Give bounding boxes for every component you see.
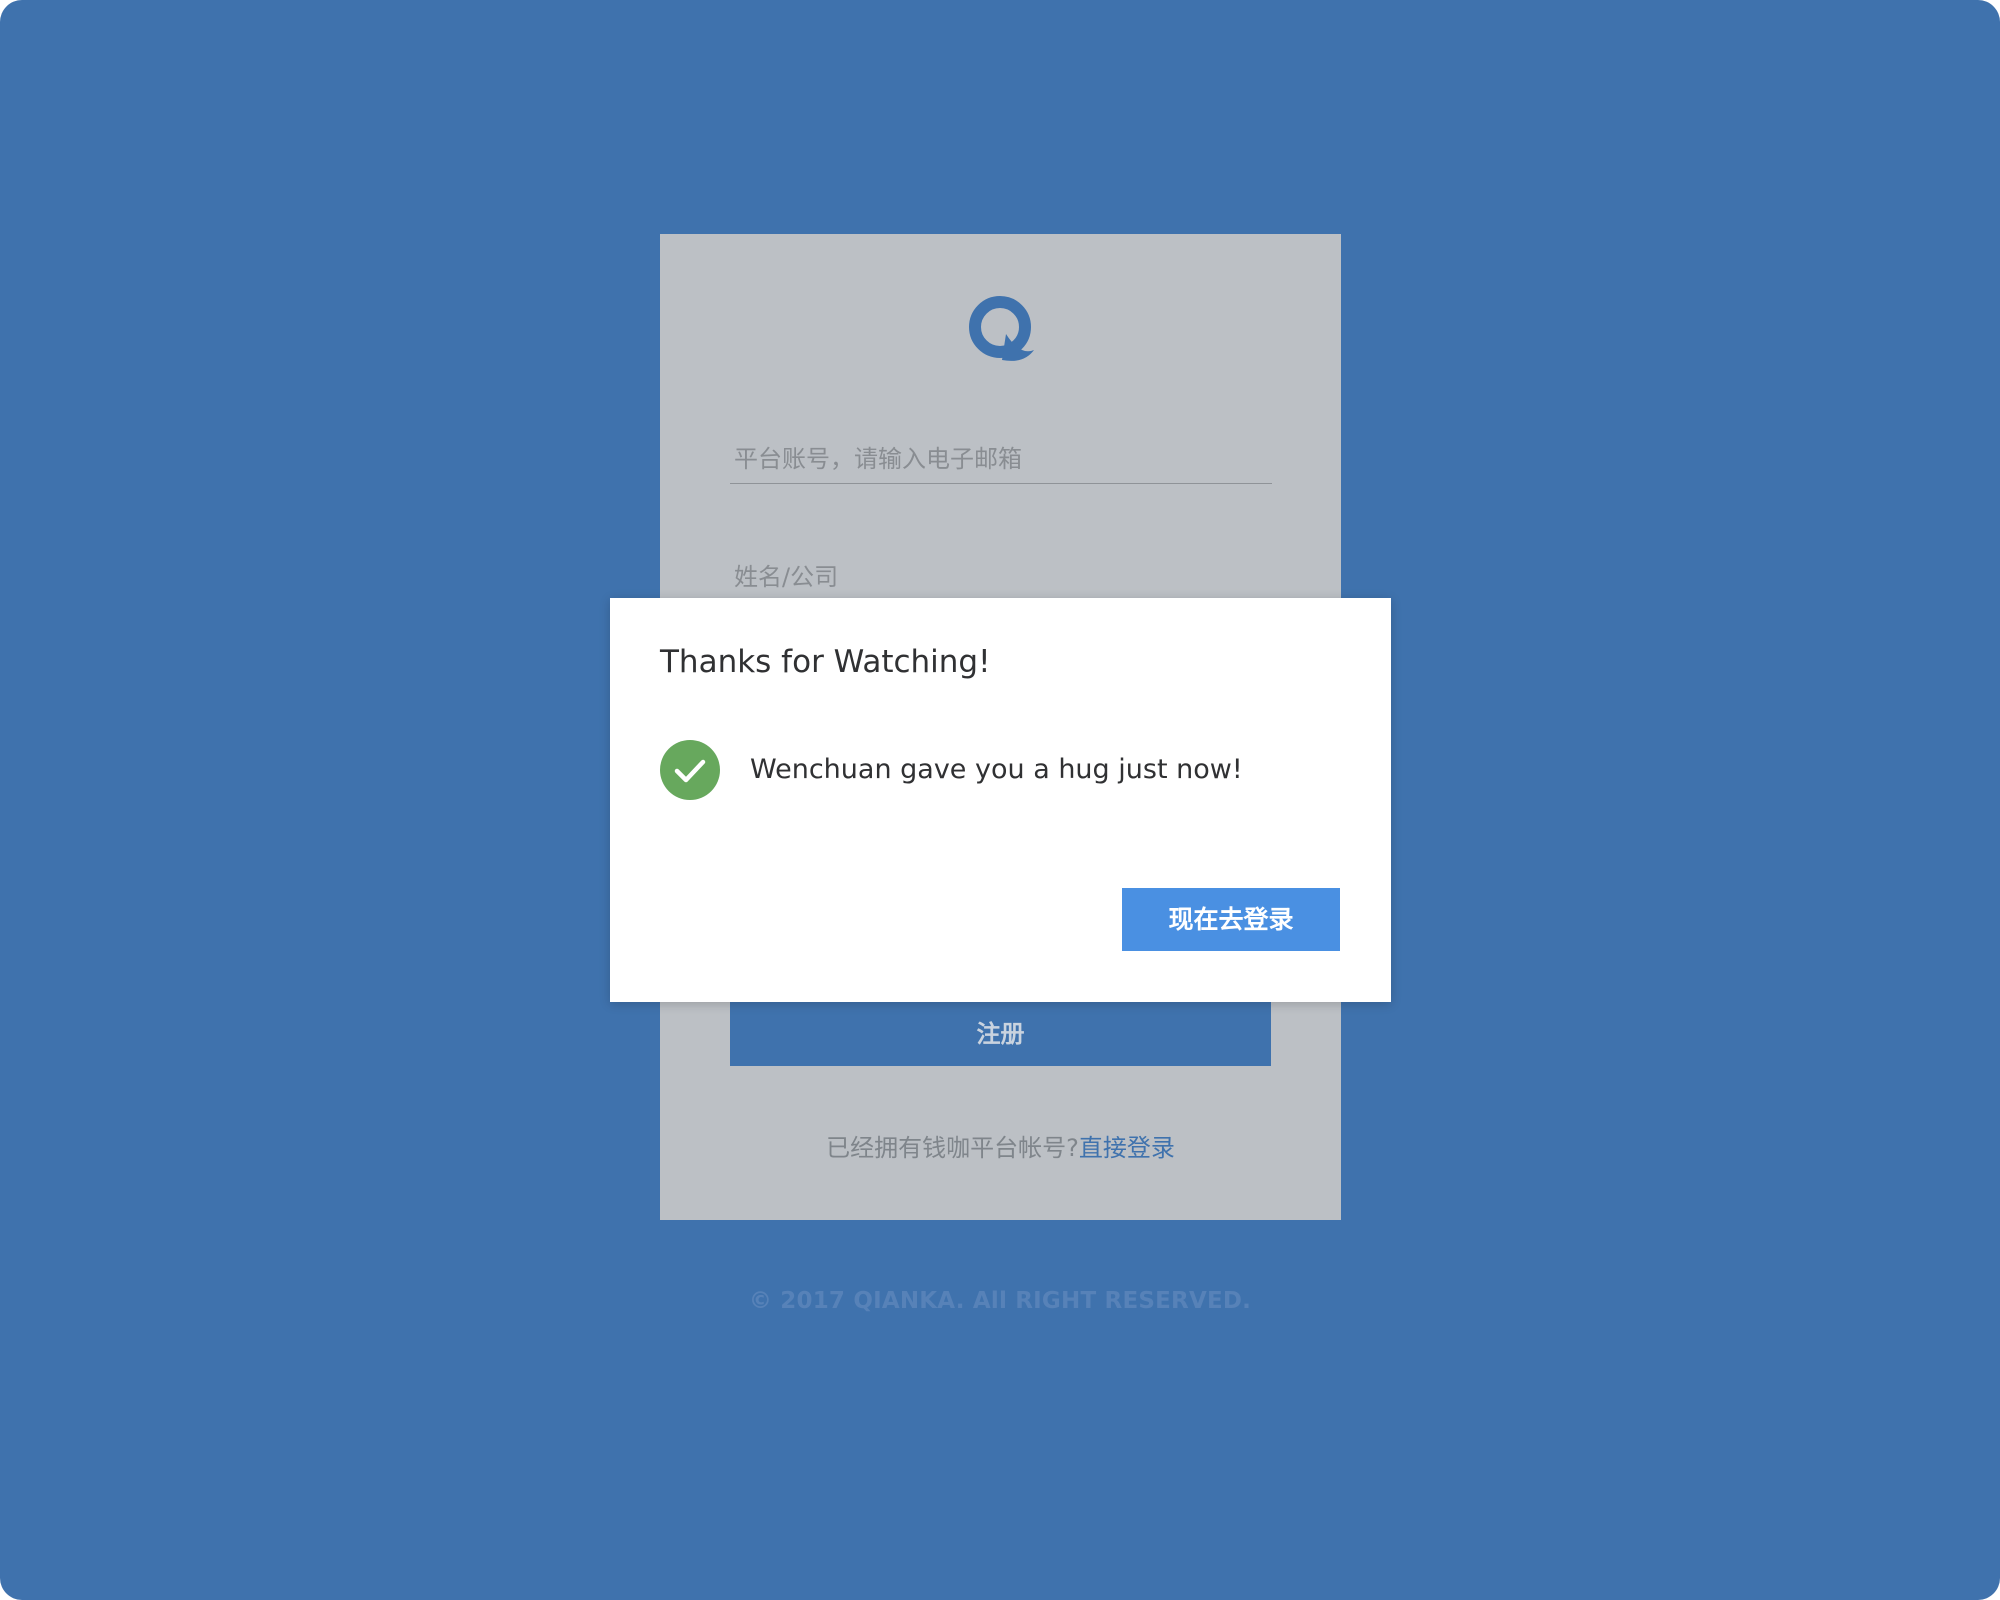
dialog-message: Wenchuan gave you a hug just now! — [750, 754, 1243, 785]
copyright-footer: © 2017 QIANKA. All RIGHT RESERVED. — [748, 1288, 1252, 1314]
direct-login-link[interactable]: 直接登录 — [1079, 1134, 1175, 1162]
name-company-field[interactable]: 姓名/公司 — [730, 552, 1272, 602]
go-login-button[interactable]: 现在去登录 — [1122, 888, 1340, 951]
email-field[interactable]: 平台账号，请输入电子邮箱 — [730, 434, 1272, 484]
login-prompt: 已经拥有钱咖平台帐号?直接登录 — [660, 1128, 1341, 1163]
page-background: 平台账号，请输入电子邮箱 姓名/公司 注册 已经拥有钱咖平台帐号?直接登录 © … — [0, 0, 2000, 1600]
success-dialog: Thanks for Watching! Wenchuan gave you a… — [610, 598, 1391, 1002]
check-circle-icon — [660, 740, 720, 800]
dialog-title: Thanks for Watching! — [660, 644, 991, 680]
qianka-logo-icon — [966, 294, 1038, 366]
login-prompt-text: 已经拥有钱咖平台帐号? — [826, 1134, 1079, 1162]
